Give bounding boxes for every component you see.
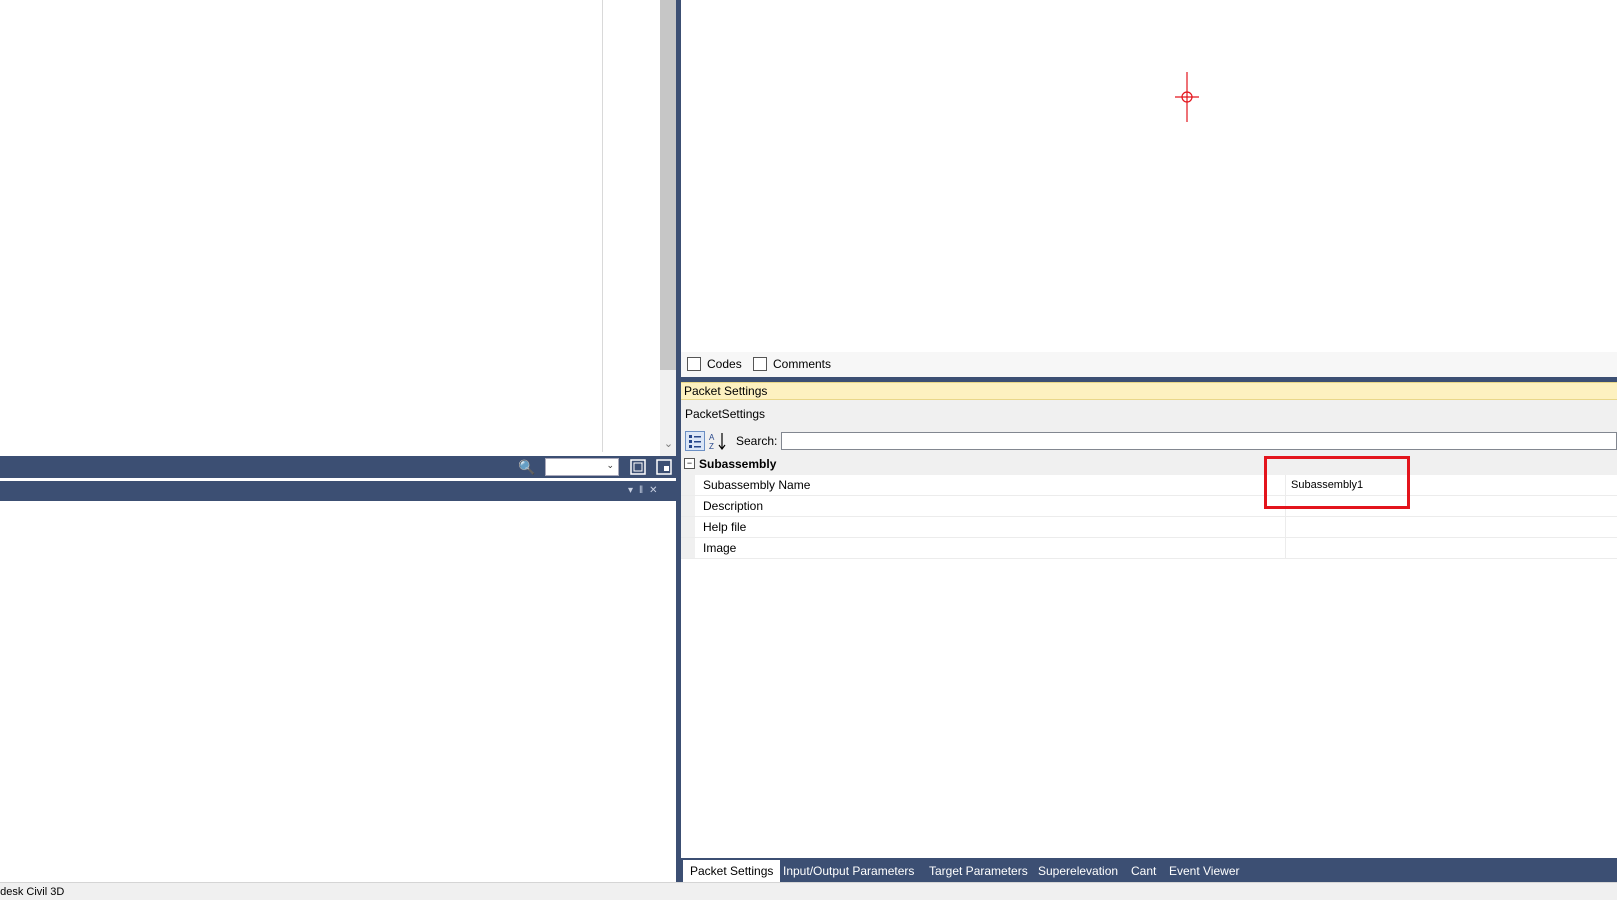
panel-title: Packet Settings bbox=[681, 382, 1617, 400]
scrollbar-thumb[interactable] bbox=[660, 0, 677, 370]
property-value[interactable] bbox=[1285, 538, 1617, 558]
category-row-subassembly[interactable]: − Subassembly bbox=[681, 454, 1617, 475]
zoom-level-select[interactable]: ⌄ bbox=[545, 458, 619, 476]
collapse-icon[interactable]: − bbox=[684, 458, 695, 469]
property-name: Image bbox=[703, 541, 737, 555]
svg-text:Z: Z bbox=[709, 442, 714, 451]
property-name: Help file bbox=[703, 520, 747, 534]
panel-content bbox=[0, 501, 676, 882]
codes-checkbox-label: Codes bbox=[707, 357, 742, 371]
property-value[interactable] bbox=[1285, 517, 1617, 537]
tab-superelevation[interactable]: Superelevation bbox=[1031, 860, 1125, 882]
categorized-icon[interactable] bbox=[685, 431, 705, 451]
zoom-icon[interactable]: 🔍 bbox=[518, 458, 536, 476]
fit-extents-icon[interactable] bbox=[629, 458, 647, 476]
codes-checkbox[interactable]: Codes bbox=[687, 357, 742, 371]
preview-canvas[interactable] bbox=[681, 0, 1617, 352]
object-name-label: PacketSettings bbox=[681, 400, 1617, 428]
highlight-annotation bbox=[1264, 456, 1410, 509]
property-name: Description bbox=[703, 499, 764, 513]
tab-packet-settings[interactable]: Packet Settings bbox=[683, 860, 781, 882]
tab-cant[interactable]: Cant bbox=[1124, 860, 1163, 882]
property-row-image[interactable]: Image bbox=[681, 538, 1617, 559]
tab-event-viewer[interactable]: Event Viewer bbox=[1162, 860, 1246, 882]
sort-az-icon[interactable]: A Z bbox=[708, 431, 728, 451]
comments-checkbox[interactable]: Comments bbox=[753, 357, 831, 371]
status-bar: odesk Civil 3D bbox=[0, 882, 1617, 900]
search-label: Search: bbox=[736, 434, 778, 448]
comments-checkbox-label: Comments bbox=[773, 357, 832, 371]
status-text: odesk Civil 3D bbox=[0, 886, 65, 898]
property-name: Subassembly Name bbox=[703, 478, 811, 492]
pane-toggle-icon[interactable] bbox=[655, 458, 673, 476]
panel-header bbox=[0, 481, 676, 501]
category-label: Subassembly bbox=[699, 457, 777, 471]
checkbox-box[interactable] bbox=[687, 357, 701, 371]
svg-text:A: A bbox=[709, 433, 715, 442]
canvas-divider bbox=[602, 0, 603, 452]
property-row-help-file[interactable]: Help file bbox=[681, 517, 1617, 538]
preview-options-row: Codes Comments bbox=[681, 352, 1617, 377]
property-row-description[interactable]: Description bbox=[681, 496, 1617, 517]
crosshair-icon bbox=[1172, 72, 1202, 122]
search-input[interactable] bbox=[781, 432, 1617, 450]
property-row-subassembly-name[interactable]: Subassembly Name Subassembly1 bbox=[681, 475, 1617, 496]
chevron-down-icon: ⌄ bbox=[606, 460, 614, 470]
tab-input-output-parameters[interactable]: Input/Output Parameters bbox=[776, 860, 921, 882]
tab-target-parameters[interactable]: Target Parameters bbox=[922, 860, 1035, 882]
scroll-down-arrow-icon[interactable]: ⌄ bbox=[660, 434, 677, 454]
panel-window-controls[interactable]: ▾‖✕ bbox=[628, 481, 676, 501]
layout-canvas[interactable] bbox=[0, 0, 660, 456]
checkbox-box[interactable] bbox=[753, 357, 767, 371]
